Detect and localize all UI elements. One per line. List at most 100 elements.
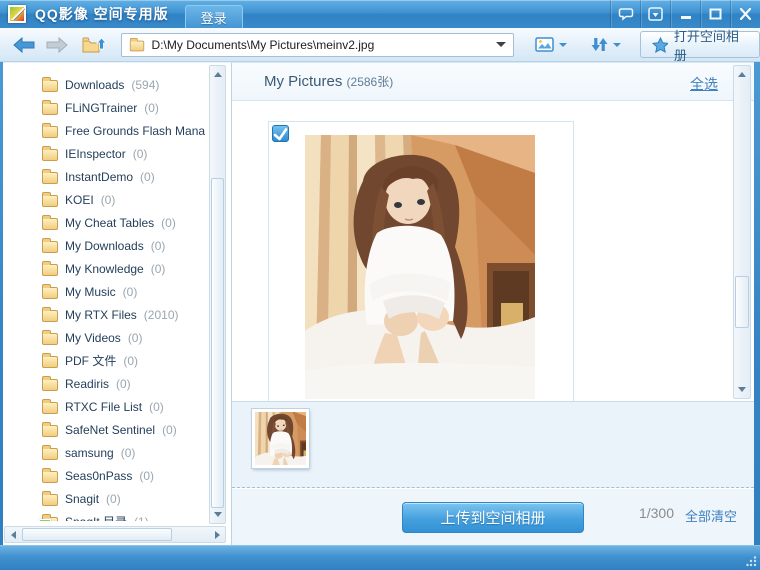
sidebar-folder-item[interactable]: FLiNGTrainer (0) [3, 96, 205, 119]
folder-icon [42, 494, 58, 506]
open-space-album-label: 打开空间相册 [674, 26, 748, 64]
selected-photo-thumbnail[interactable] [252, 409, 309, 468]
maximize-button[interactable] [700, 0, 730, 28]
minimize-button[interactable] [670, 0, 700, 28]
folder-count: (2010) [144, 308, 179, 322]
folder-name: SafeNet Sentinel [65, 423, 155, 437]
address-dropdown-caret-icon[interactable] [496, 42, 506, 47]
open-space-album-button[interactable]: 打开空间相册 [640, 31, 760, 58]
folder-count: (0) [123, 354, 138, 368]
album-title: My Pictures (2586张) [264, 73, 393, 90]
sidebar-folder-item[interactable]: PDF 文件(0) [3, 349, 205, 372]
scroll-left-button[interactable] [6, 527, 20, 542]
sidebar-folder-item[interactable]: My Knowledge(0) [3, 257, 205, 280]
clear-all-link[interactable]: 全部清空 [685, 506, 737, 525]
image-view-icon [535, 37, 554, 52]
folder-name: My Videos [65, 331, 121, 345]
sidebar-folder-item[interactable]: My Music(0) [3, 280, 205, 303]
folder-name: Downloads [65, 78, 124, 92]
sidebar-folder-item[interactable]: IEInspector (0) [3, 142, 205, 165]
sidebar-folder-item[interactable]: My RTX Files(2010) [3, 303, 205, 326]
sidebar-folder-item[interactable]: Seas0nPass (0) [3, 464, 205, 487]
folder-icon [42, 126, 58, 138]
scroll-down-icon [738, 387, 746, 392]
folder-name: Seas0nPass [65, 469, 132, 483]
photo-thumbnail-large[interactable] [305, 135, 535, 399]
folder-icon [42, 195, 58, 207]
sidebar-folder-item[interactable]: My Videos(0) [3, 326, 205, 349]
address-combobox[interactable]: D:\My Documents\My Pictures\meinv2.jpg [121, 33, 514, 57]
folder-count: (0) [123, 285, 138, 299]
sidebar-scroll-thumb[interactable] [211, 178, 224, 508]
sidebar-folder-item[interactable]: InstantDemo(0) [3, 165, 205, 188]
sidebar-folder-item[interactable]: RTXC File List(0) [3, 395, 205, 418]
forward-button[interactable] [45, 33, 70, 57]
scroll-up-button[interactable] [210, 67, 225, 82]
photo-card[interactable] [268, 121, 574, 401]
feedback-chat-button[interactable] [610, 0, 640, 28]
sidebar-folder-item[interactable]: Downloads(594) [3, 73, 205, 96]
sidebar-vertical-scrollbar[interactable] [209, 65, 226, 524]
folder-count: (0) [144, 101, 159, 115]
folder-name: Free Grounds Flash Manager 3.1 [65, 124, 205, 138]
scroll-left-icon [11, 531, 16, 539]
scroll-down-button[interactable] [210, 507, 225, 522]
sidebar-folder-item[interactable]: Free Grounds Flash Manager 3.1 [3, 119, 205, 142]
sidebar-folder-item[interactable]: My Downloads (0) [3, 234, 205, 257]
back-button[interactable] [12, 33, 37, 57]
select-all-link[interactable]: 全选 [690, 74, 718, 94]
close-button[interactable] [730, 0, 760, 28]
folder-count: (0) [149, 400, 164, 414]
folder-count: (1) [134, 515, 149, 522]
sort-dropdown-caret-icon [613, 43, 621, 47]
sidebar-folder-item[interactable]: My Cheat Tables(0) [3, 211, 205, 234]
album-photo-count: (2586张) [347, 75, 394, 89]
folder-name: IEInspector [65, 147, 126, 161]
sidebar-folder-item[interactable]: SafeNet Sentinel(0) [3, 418, 205, 441]
back-arrow-icon [13, 37, 35, 53]
app-logo-icon [8, 5, 26, 23]
folder-icon [42, 80, 58, 92]
folder-icon [42, 448, 58, 460]
sidebar-folder-item[interactable]: Snagit(0) [3, 487, 205, 510]
photo-grid [232, 101, 754, 401]
sort-arrows-icon [591, 37, 608, 52]
window-title: QQ影像 空间专用版 [35, 4, 169, 24]
sidebar-horizontal-scrollbar[interactable] [4, 526, 226, 543]
sidebar-folder-item[interactable]: Readiris(0) [3, 372, 205, 395]
folder-icon [42, 103, 58, 115]
sort-button[interactable] [586, 33, 626, 56]
folder-icon [42, 356, 58, 368]
folder-count: (0) [133, 147, 148, 161]
main-scroll-down-button[interactable] [734, 382, 750, 397]
upload-counter: 1/300 [639, 505, 674, 521]
folder-sidebar: Downloads(594) FLiNGTrainer (0) Free Ground… [3, 62, 231, 545]
resize-grip[interactable] [746, 556, 757, 567]
folder-name: InstantDemo [65, 170, 133, 184]
folder-name: FLiNGTrainer [65, 101, 137, 115]
sidebar-hscroll-thumb[interactable] [22, 528, 172, 541]
menu-dropdown-button[interactable] [640, 0, 670, 28]
folder-count: (0) [139, 469, 154, 483]
folder-name: Snagit [65, 492, 99, 506]
view-dropdown-caret-icon [559, 43, 567, 47]
sidebar-folder-item[interactable]: KOEI(0) [3, 188, 205, 211]
sidebar-folder-item[interactable]: SnagIt 目录(1) [3, 510, 205, 521]
folder-count: (0) [116, 377, 131, 391]
folder-name: My Downloads [65, 239, 144, 253]
login-button[interactable]: 登录 [185, 5, 243, 28]
main-scroll-thumb[interactable] [735, 276, 749, 328]
open-folder-button[interactable] [82, 33, 107, 57]
view-mode-button[interactable] [530, 33, 572, 56]
upload-action-bar: 上传到空间相册 1/300 全部清空 [232, 489, 754, 546]
folder-icon [42, 402, 58, 414]
photo-checkbox[interactable] [272, 125, 289, 142]
folder-count: (0) [151, 239, 166, 253]
upload-to-album-button[interactable]: 上传到空间相册 [402, 502, 584, 533]
folder-name: My Knowledge [65, 262, 144, 276]
sidebar-folder-item[interactable]: samsung(0) [3, 441, 205, 464]
main-vertical-scrollbar[interactable] [733, 65, 751, 399]
scroll-right-button[interactable] [210, 527, 224, 542]
folder-count: (0) [161, 216, 176, 230]
main-scroll-up-button[interactable] [734, 67, 750, 82]
